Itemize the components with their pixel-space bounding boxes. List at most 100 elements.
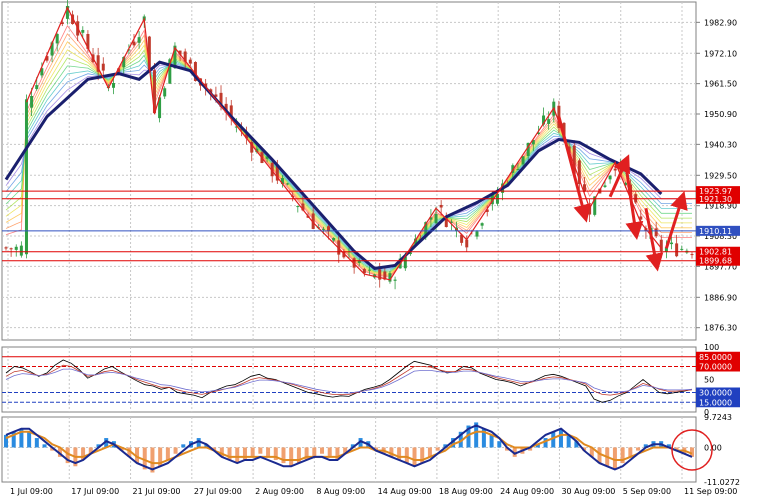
macd-panel: 9.7243 0.00 -11.0272 (1, 413, 740, 487)
candle-body (434, 213, 438, 224)
candle-body (439, 204, 443, 208)
candle-body (35, 85, 39, 90)
price-tick-label: 1972.10 (704, 49, 737, 58)
macd-histogram-bar (235, 447, 240, 464)
macd-histogram-bar (320, 447, 325, 454)
price-tick-label: 1876.30 (704, 324, 737, 333)
macd-histogram-bar (489, 434, 494, 448)
macd-tick-label: -11.0272 (704, 478, 740, 487)
level-label: 1910.11 (699, 227, 732, 236)
time-tick-label: 8 Aug 09:00 (316, 487, 365, 496)
time-tick-label: 24 Aug 09:00 (500, 487, 554, 496)
macd-histogram-bar (266, 447, 271, 457)
candle-body (4, 247, 8, 249)
macd-histogram-bar (242, 447, 247, 460)
macd-histogram-bar (404, 447, 409, 464)
time-tick-label: 30 Aug 09:00 (561, 487, 615, 496)
macd-tick-label: 0.00 (704, 443, 722, 452)
osc-tick-label: 50 (704, 376, 714, 385)
level-label: 1899.68 (699, 257, 732, 266)
candle-body (332, 237, 336, 241)
candle-body (480, 223, 484, 226)
price-panel: 1982.90 1972.10 1961.50 1950.90 1940.30 1929.… (1, 0, 740, 341)
macd-histogram-bar (258, 447, 263, 454)
panel-frame (1, 1, 697, 341)
candle-body (521, 156, 525, 165)
candle-body (654, 228, 658, 237)
macd-histogram-bar (34, 438, 39, 448)
candle-body (465, 239, 469, 248)
macd-histogram-bar (27, 431, 32, 448)
candle-body (112, 83, 116, 88)
macd-histogram-bar (327, 447, 332, 457)
chart-canvas[interactable]: 1982.90 1972.10 1961.50 1950.90 1940.30 1929.… (0, 0, 770, 500)
time-tick-label: 27 Jul 09:00 (194, 487, 242, 496)
candle-body (14, 246, 18, 250)
macd-histogram-bar (412, 447, 417, 467)
time-tick-label: 17 Jul 09:00 (71, 487, 119, 496)
macd-histogram-bar (289, 447, 294, 467)
time-tick-label: 11 Sep 09:00 (684, 487, 737, 496)
candle-body (9, 248, 13, 250)
osc-level-label: 70.0000 (699, 363, 732, 372)
candle-body (81, 29, 85, 33)
osc-level-label: 30.0000 (699, 389, 732, 398)
candle-body (296, 206, 300, 208)
candle-body (188, 59, 192, 64)
candle-body (55, 33, 59, 44)
candle-body (132, 41, 136, 46)
osc-level-label: 85.0000 (699, 353, 732, 362)
macd-histogram-bar (181, 444, 186, 448)
time-tick-label: 21 Jul 09:00 (133, 487, 181, 496)
oscillator-panel: 10050085.000070.000030.000015.0000 (1, 343, 740, 417)
osc-level-label: 15.0000 (699, 398, 732, 407)
price-tick-label: 1982.90 (704, 18, 737, 27)
candle-body (321, 228, 325, 230)
price-tick-label: 1886.90 (704, 293, 737, 302)
level-label: 1902.81 (699, 248, 732, 257)
price-tick-label: 1961.50 (704, 80, 737, 89)
price-tick-label: 1950.90 (704, 110, 737, 119)
time-tick-label: 5 Sep 09:00 (623, 487, 671, 496)
time-tick-label: 18 Aug 09:00 (439, 487, 493, 496)
time-tick-label: 14 Aug 09:00 (378, 487, 432, 496)
time-tick-label: 2 Aug 09:00 (255, 487, 304, 496)
candle-body (367, 269, 371, 271)
candle-body (670, 242, 674, 245)
candle-body (613, 168, 617, 171)
candle-body (675, 243, 679, 257)
candle-body (475, 231, 479, 237)
macd-histogram-bar (312, 447, 317, 457)
price-tick-label: 1940.30 (704, 140, 737, 149)
candle-body (357, 261, 361, 263)
time-tick-label: 1 Jul 09:00 (10, 487, 53, 496)
candle-body (286, 183, 290, 185)
macd-histogram-bar (558, 428, 563, 448)
macd-tick-label: 9.7243 (704, 413, 732, 422)
candle-body (19, 245, 23, 256)
macd-histogram-bar (42, 444, 47, 448)
candle-body (393, 279, 397, 281)
candle-body (547, 119, 551, 124)
macd-histogram-bar (435, 447, 440, 451)
candle-body (603, 185, 607, 187)
candle-body (101, 63, 105, 71)
candle-body (163, 88, 167, 97)
price-tick-label: 1929.50 (704, 171, 737, 180)
macd-histogram-bar (250, 447, 255, 457)
candle-body (137, 37, 141, 43)
candle-body (30, 96, 34, 108)
macd-histogram-bar (636, 447, 641, 451)
macd-histogram-bar (173, 447, 178, 454)
candle-body (516, 169, 520, 171)
macd-histogram-bar (497, 441, 502, 448)
macd-histogram-bar (165, 447, 170, 460)
osc-tick-label: 100 (704, 343, 719, 352)
candle-body (680, 248, 684, 250)
macd-histogram-bar (397, 447, 402, 460)
candle-body (659, 239, 663, 251)
candle-body (690, 254, 694, 256)
level-label: 1921.30 (699, 195, 732, 204)
chart-root: 1982.90 1972.10 1961.50 1950.90 1940.30 1929.… (0, 0, 770, 500)
macd-histogram-bar (227, 447, 232, 460)
